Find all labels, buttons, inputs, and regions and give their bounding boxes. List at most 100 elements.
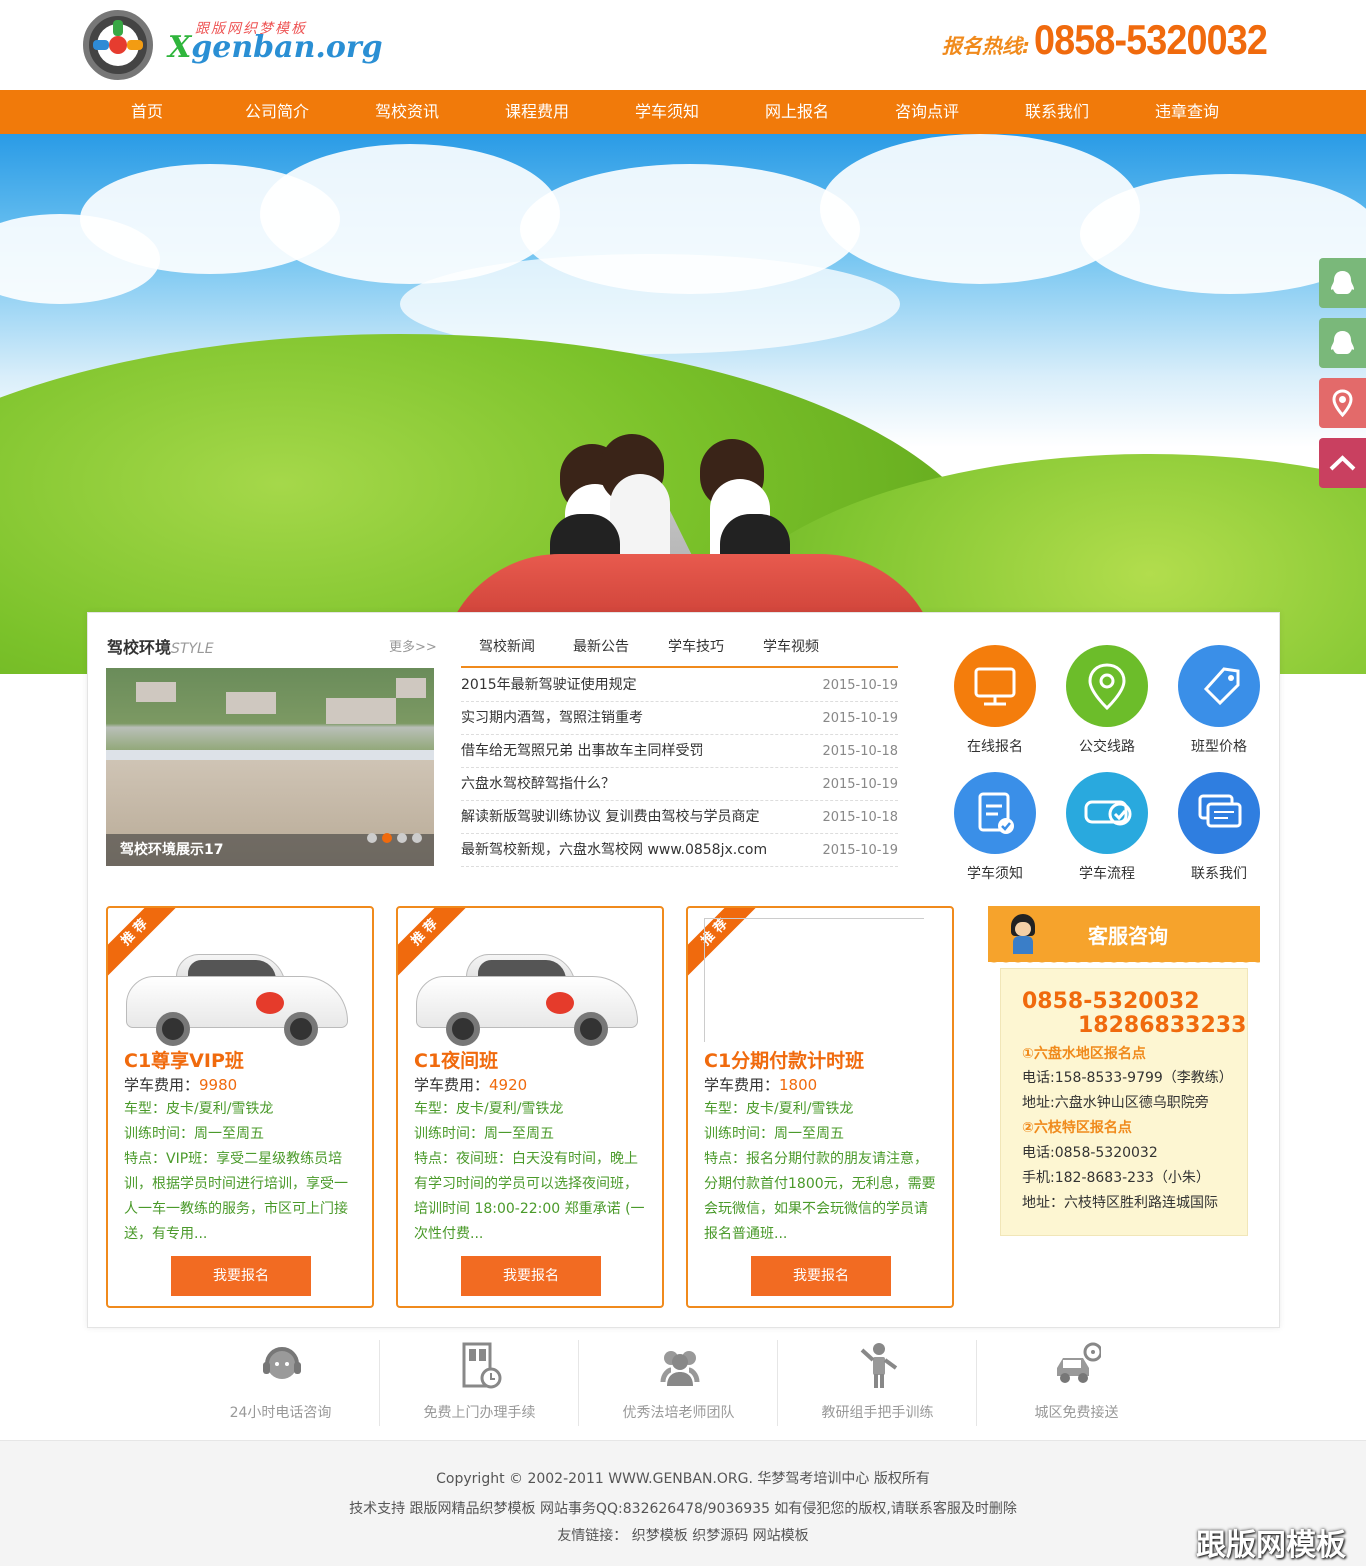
site2-address: 地址：六枝特区胜利路连城国际 [1022,1195,1218,1211]
feature-label: 教研组手把手训练 [821,1405,934,1421]
feature-label: 免费上门办理手续 [423,1405,536,1421]
course-fee: 学车费用：4920 [414,1076,528,1094]
news-item[interactable]: 借车给无驾照兄弟 出事故车主同样受罚 2015-10-18 [461,735,898,768]
clipboard-check-icon[interactable] [954,772,1036,854]
car-steering-icon [1057,1342,1101,1383]
headset-support-icon [263,1347,301,1379]
site1-title: ①六盘水地区报名点 [1022,1046,1146,1062]
nav-item-reviews[interactable]: 咨询点评 [862,90,992,134]
course-car-type: 车型：皮卡/夏利/雪铁龙 [704,1101,854,1117]
course-car-image [126,946,348,1046]
footer-copyright: Copyright © 2002-2011 WWW.GENBAN.ORG. 华梦… [436,1471,930,1487]
footer-friend-links[interactable]: 友情链接： 织梦模板 织梦源码 网站模板 [0,1525,1366,1545]
service-phone: 0858-5320032 [1022,989,1200,1014]
register-button[interactable]: 我要报名 [171,1256,311,1296]
tab-school-news[interactable]: 驾校新闻 [479,636,535,656]
site-footer: Copyright © 2002-2011 WWW.GENBAN.ORG. 华梦… [0,1440,1366,1566]
course-card[interactable]: 推 荐 C1尊享VIP班 学车费用：9980 车型：皮卡/夏利/雪铁龙 训练时间… [106,906,374,1308]
back-to-top-icon[interactable] [1319,438,1366,488]
news-item[interactable]: 实习期内酒驾，驾照注销重考 2015-10-19 [461,702,898,735]
feature-item: 优秀法培老师团队 [579,1340,778,1426]
qq-icon[interactable] [1319,258,1366,308]
news-item[interactable]: 最新驾校新规，六盘水驾校网 www.0858jx.com 2015-10-19 [461,834,898,867]
feature-label: 24小时电话咨询 [229,1405,332,1421]
quick-link-label[interactable]: 学车须知 [945,863,1045,883]
service-body: 0858-5320032 18286833233 ①六盘水地区报名点 电话:15… [1000,968,1248,1236]
quick-link-label[interactable]: 班型价格 [1169,736,1269,756]
service-title: 客服咨询 [1088,924,1168,948]
monitor-icon[interactable] [954,645,1036,727]
course-title[interactable]: C1分期付款计时班 [704,1046,864,1073]
nav-item-news[interactable]: 驾校资讯 [342,90,472,134]
quick-link-label[interactable]: 联系我们 [1169,863,1269,883]
news-item[interactable]: 解读新版驾驶训练协议 复训费由驾校与学员商定 2015-10-18 [461,801,898,834]
feature-item: 24小时电话咨询 [181,1340,380,1426]
watermark: 跟版网模板 [1196,1528,1346,1563]
hotline-label: 报名热线: [942,34,1030,58]
environment-slideshow[interactable]: 驾校环境展示17 [106,668,434,866]
register-button[interactable]: 我要报名 [461,1256,601,1296]
service-avatar-icon [1010,914,1036,954]
nav-item-violation[interactable]: 违章查询 [1122,90,1252,134]
course-fee: 学车费用：9980 [124,1076,238,1094]
nav-item-fees[interactable]: 课程费用 [472,90,602,134]
door-clock-icon [462,1342,502,1389]
news-list: 2015年最新驾驶证使用规定 2015-10-19 实习期内酒驾，驾照注销重考 20… [461,669,898,867]
tab-driving-videos[interactable]: 学车视频 [763,636,819,656]
course-train-time: 训练时间：周一至周五 [414,1126,554,1142]
quick-link-label[interactable]: 在线报名 [945,736,1045,756]
site-logo[interactable]: Xgenban.org [168,30,383,65]
register-button[interactable]: 我要报名 [751,1256,891,1296]
site1-address: 地址:六盘水钟山区德乌职院旁 [1022,1095,1209,1111]
news-item[interactable]: 六盘水驾校醉驾指什么？ 2015-10-19 [461,768,898,801]
team-icon [660,1351,700,1386]
car-check-icon[interactable] [1066,772,1148,854]
quick-link-label[interactable]: 学车流程 [1057,863,1157,883]
slideshow-caption: 驾校环境展示17 [106,833,434,866]
map-pin-icon[interactable] [1319,378,1366,428]
tab-driving-tips[interactable]: 学车技巧 [668,636,724,656]
course-car-image [416,946,638,1046]
course-title[interactable]: C1尊享VIP班 [124,1046,244,1073]
location-pin-icon[interactable] [1066,645,1148,727]
feature-item: 教研组手把手训练 [778,1340,977,1426]
price-tag-icon[interactable] [1178,645,1260,727]
logo-text: genban.org [191,30,383,65]
hotline-number: 0858-5320032 [1034,16,1268,63]
site-header: 跟版网织梦模板 Xgenban.org 报名热线: 0858-5320032 [0,0,1366,90]
environment-title: 驾校环境STYLE [107,638,214,657]
main-nav: 首页 公司简介 驾校资讯 课程费用 学车须知 网上报名 咨询点评 联系我们 违章… [0,90,1366,134]
feature-item: 城区免费接送 [977,1340,1176,1426]
course-title[interactable]: C1夜间班 [414,1046,498,1073]
footer-support: 技术支持 跟版网精品织梦模板 网站事务QQ:832626478/9036935 … [349,1501,1017,1517]
course-features: 特点：报名分期付款的朋友请注意，分期付款首付1800元，无利息，需要会玩微信，如… [704,1151,936,1242]
course-fee: 学车费用：1800 [704,1076,818,1094]
course-car-type: 车型：皮卡/夏利/雪铁龙 [414,1101,564,1117]
slideshow-dots[interactable] [362,823,422,855]
course-card[interactable]: 推 荐 C1分期付款计时班 学车费用：1800 车型：皮卡/夏利/雪铁龙 训练时… [686,906,954,1308]
course-card[interactable]: 推 荐 C1夜间班 学车费用：4920 车型：皮卡/夏利/雪铁龙 训练时间：周一… [396,906,664,1308]
steering-wheel-logo-icon[interactable] [83,10,153,80]
course-train-time: 训练时间：周一至周五 [704,1126,844,1142]
tab-announcements[interactable]: 最新公告 [573,636,629,656]
instructor-icon [860,1343,898,1388]
features-strip: 24小时电话咨询 免费上门办理手续 优秀法培老师团队 教研组手把手训练 城区免费… [181,1340,1176,1426]
hero-banner[interactable] [0,134,1366,674]
chat-bubbles-icon[interactable] [1178,772,1260,854]
nav-item-home[interactable]: 首页 [82,90,212,134]
nav-item-register[interactable]: 网上报名 [732,90,862,134]
service-mobile: 18286833233 [1078,1013,1247,1038]
course-features: 特点：夜间班：白天没有时间，晚上有学习时间的学员可以选择夜间班，培训时间 18:… [414,1151,645,1242]
feature-label: 城区免费接送 [1034,1405,1119,1421]
quick-link-label[interactable]: 公交线路 [1057,736,1157,756]
course-image-placeholder [704,918,924,1042]
course-car-type: 车型：皮卡/夏利/雪铁龙 [124,1101,274,1117]
news-item[interactable]: 2015年最新驾驶证使用规定 2015-10-19 [461,669,898,702]
nav-item-contact[interactable]: 联系我们 [992,90,1122,134]
environment-more-link[interactable]: 更多>> [389,636,437,655]
qq-icon[interactable] [1319,318,1366,368]
nav-item-about[interactable]: 公司简介 [212,90,342,134]
feature-label: 优秀法培老师团队 [622,1405,735,1421]
site2-phone: 电话:0858-5320032 [1022,1145,1158,1161]
nav-item-notice[interactable]: 学车须知 [602,90,732,134]
